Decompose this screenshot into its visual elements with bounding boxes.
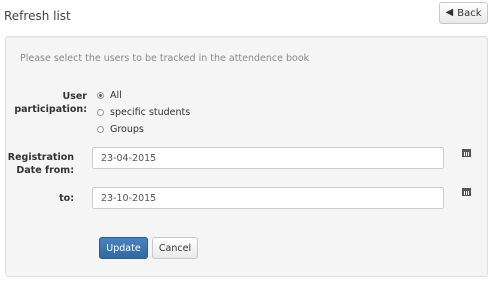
update-button[interactable]: Update xyxy=(99,237,148,259)
radio-button-groups[interactable] xyxy=(97,126,104,133)
calendar-icon[interactable] xyxy=(462,149,471,157)
registration-date-from-label: Registration Date from: xyxy=(7,152,74,176)
radio-option-groups[interactable]: Groups xyxy=(97,124,144,135)
back-button[interactable]: ◀ Back xyxy=(439,2,488,24)
date-to-label: to: xyxy=(59,193,74,204)
date-from-input[interactable]: 23-04-2015 xyxy=(92,147,444,169)
radio-button-all[interactable] xyxy=(97,92,104,99)
page-title: Refresh list xyxy=(4,9,71,23)
refresh-list-page: Refresh list ◀ Back Please select the us… xyxy=(0,0,500,291)
arrow-left-icon: ◀ xyxy=(445,7,454,18)
radio-button-specific-students[interactable] xyxy=(97,109,104,116)
filter-panel: Please select the users to be tracked in… xyxy=(5,36,488,277)
radio-label-all: All xyxy=(110,90,122,101)
radio-label-groups: Groups xyxy=(110,124,144,135)
back-button-label: Back xyxy=(457,7,482,19)
date-to-input[interactable]: 23-10-2015 xyxy=(92,187,444,209)
radio-label-specific-students: specific students xyxy=(110,107,191,118)
cancel-button[interactable]: Cancel xyxy=(152,237,198,259)
calendar-icon[interactable] xyxy=(462,188,471,196)
radio-option-specific-students[interactable]: specific students xyxy=(97,107,190,118)
instruction-text: Please select the users to be tracked in… xyxy=(20,53,310,64)
user-participation-label: User participation: xyxy=(14,91,87,115)
radio-option-all[interactable]: All xyxy=(97,90,122,101)
